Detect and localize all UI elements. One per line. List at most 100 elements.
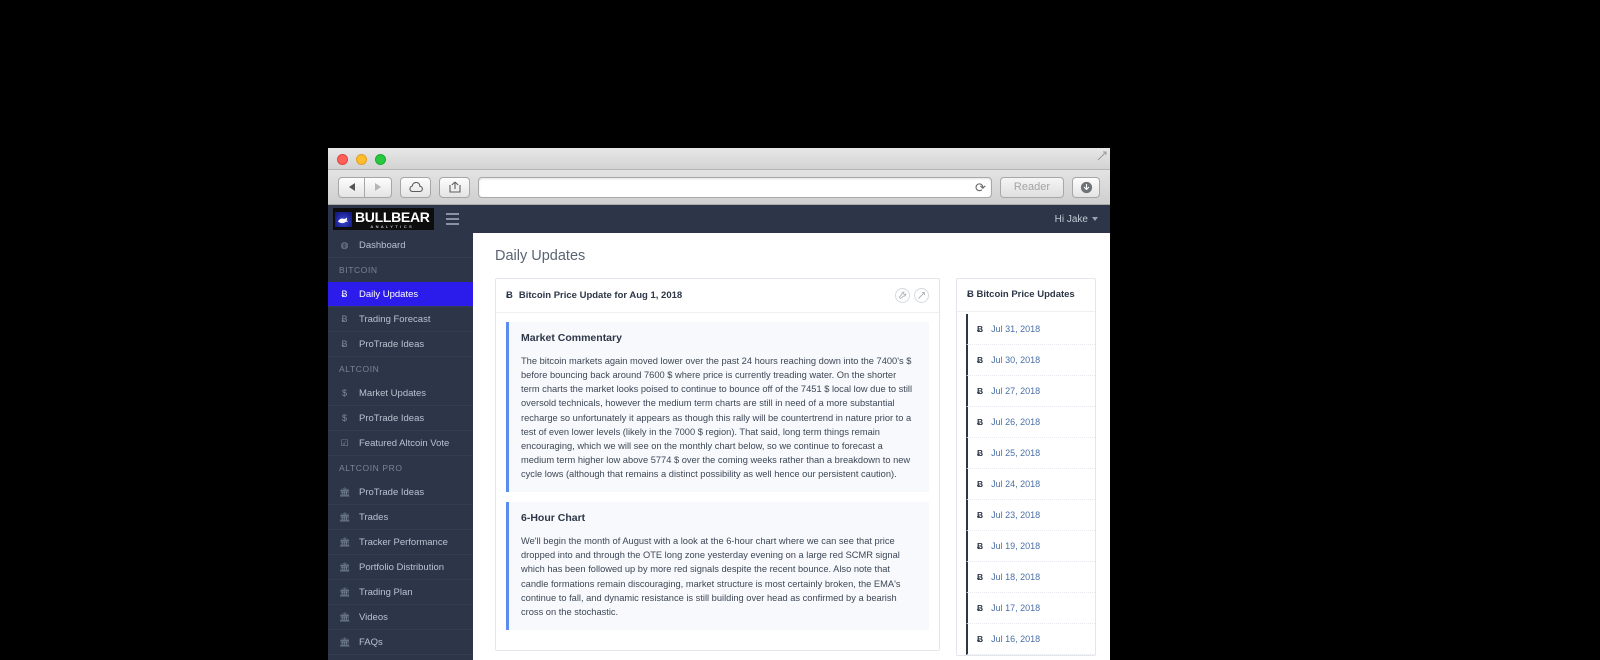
- date-list-item[interactable]: Ƀ Jul 16, 2018: [966, 623, 1095, 655]
- date-link[interactable]: Jul 27, 2018: [991, 386, 1040, 396]
- date-link[interactable]: Jul 16, 2018: [991, 634, 1040, 644]
- expand-icon[interactable]: [914, 288, 929, 303]
- address-bar[interactable]: ⟳: [478, 176, 992, 198]
- date-link[interactable]: Jul 24, 2018: [991, 479, 1040, 489]
- minimize-window-button[interactable]: [356, 154, 367, 165]
- sidebar-item-videos[interactable]: 🏛 Videos: [328, 605, 473, 630]
- sidebar-item-label: Videos: [359, 611, 388, 623]
- bitcoin-icon: Ƀ: [341, 289, 348, 299]
- brand-tagline: ANALYTICS: [370, 224, 415, 229]
- download-icon: [1080, 181, 1092, 193]
- sidebar-section-bitcoin: BITCOIN: [339, 265, 378, 275]
- sidebar-item-label: Market Updates: [359, 387, 427, 399]
- date-link[interactable]: Jul 23, 2018: [991, 510, 1040, 520]
- bull-logo-icon: [335, 212, 352, 227]
- sidebar-item-label: Featured Altcoin Vote: [359, 437, 450, 449]
- sidebar-item-trading-plan[interactable]: 🏛 Trading Plan: [328, 580, 473, 605]
- price-updates-title: Ƀ Bitcoin Price Updates: [957, 279, 1095, 312]
- date-link[interactable]: Jul 17, 2018: [991, 603, 1040, 613]
- price-updates-title-text: Bitcoin Price Updates: [976, 289, 1075, 300]
- brand-text: BULLBEAR ANALYTICS: [355, 210, 430, 229]
- content-columns: Ƀ Bitcoin Price Update for Aug 1, 2018 M…: [495, 278, 1096, 660]
- dollar-icon: $: [341, 413, 347, 423]
- sidebar-item-protrade-ideas[interactable]: 🏛 ProTrade Ideas: [328, 480, 473, 505]
- share-icon: [448, 181, 461, 193]
- dashboard-icon: ◍: [340, 239, 349, 250]
- bitcoin-symbol-icon: Ƀ: [977, 323, 984, 334]
- bitcoin-symbol-icon: Ƀ: [977, 416, 984, 427]
- window-controls: [337, 154, 386, 165]
- app-topbar: BULLBEAR ANALYTICS Hi Jake: [328, 205, 1110, 233]
- brand-name: BULLBEAR: [355, 209, 430, 225]
- share-button[interactable]: [439, 176, 470, 198]
- section-6-hour-chart: 6-Hour Chart We'll begin the month of Aug…: [506, 502, 929, 630]
- bitcoin-symbol-icon: Ƀ: [977, 447, 984, 458]
- sidebar-item-tracker-performance[interactable]: 🏛 Tracker Performance: [328, 530, 473, 555]
- sidebar-item-faqs[interactable]: 🏛 FAQs: [328, 630, 473, 655]
- forward-button[interactable]: [365, 176, 392, 198]
- date-list: Ƀ Jul 31, 2018 Ƀ Jul 30, 2018 Ƀ Jul 27, 2018 Ƀ…: [957, 312, 1095, 655]
- date-link[interactable]: Jul 26, 2018: [991, 417, 1040, 427]
- bank-icon: 🏛: [339, 511, 351, 522]
- bank-icon: 🏛: [339, 536, 351, 547]
- bitcoin-symbol-icon: Ƀ: [977, 385, 984, 396]
- date-list-item[interactable]: Ƀ Jul 19, 2018: [966, 530, 1095, 562]
- hamburger-line: [445, 223, 459, 225]
- section-heading: Market Commentary: [521, 332, 622, 344]
- sidebar-item-protrade-ideas[interactable]: Ƀ ProTrade Ideas: [328, 332, 473, 357]
- sidebar-item-trades[interactable]: 🏛 Trades: [328, 505, 473, 530]
- icloud-tabs-button[interactable]: [400, 176, 431, 198]
- sidebar-item-featured-altcoin-vote[interactable]: ☑ Featured Altcoin Vote: [328, 431, 473, 456]
- browser-titlebar: [328, 148, 1110, 170]
- bitcoin-symbol-icon: Ƀ: [977, 540, 984, 551]
- bitcoin-symbol-icon: Ƀ: [967, 289, 974, 300]
- checkbox-icon: ☑: [340, 437, 349, 448]
- date-link[interactable]: Jul 30, 2018: [991, 355, 1040, 365]
- sidebar-item-portfolio-distribution[interactable]: 🏛 Portfolio Distribution: [328, 555, 473, 580]
- date-list-item[interactable]: Ƀ Jul 23, 2018: [966, 499, 1095, 531]
- reload-icon[interactable]: ⟳: [975, 181, 986, 194]
- sidebar-item-daily-updates[interactable]: Ƀ Daily Updates: [328, 282, 473, 307]
- date-list-item[interactable]: Ƀ Jul 26, 2018: [966, 406, 1095, 438]
- date-link[interactable]: Jul 19, 2018: [991, 541, 1040, 551]
- brand-logo[interactable]: BULLBEAR ANALYTICS: [333, 208, 434, 230]
- bank-icon: 🏛: [339, 561, 351, 572]
- sidebar-item-label: FAQs: [359, 636, 383, 648]
- date-list-item[interactable]: Ƀ Jul 27, 2018: [966, 375, 1095, 407]
- close-window-button[interactable]: [337, 154, 348, 165]
- section-market-commentary: Market Commentary The bitcoin markets aga…: [506, 322, 929, 493]
- app-body: ◍ Dashboard BITCOIN Ƀ Daily Updates Ƀ Trading …: [328, 233, 1110, 660]
- resize-handle-icon[interactable]: [1097, 151, 1107, 161]
- date-list-item[interactable]: Ƀ Jul 25, 2018: [966, 437, 1095, 469]
- date-link[interactable]: Jul 25, 2018: [991, 448, 1040, 458]
- date-list-item[interactable]: Ƀ Jul 24, 2018: [966, 468, 1095, 500]
- bitcoin-icon: Ƀ: [341, 339, 348, 349]
- menu-toggle-icon[interactable]: [445, 213, 459, 225]
- sidebar-item-label: Tracker Performance: [359, 536, 448, 548]
- date-list-item[interactable]: Ƀ Jul 31, 2018: [966, 313, 1095, 345]
- date-list-item[interactable]: Ƀ Jul 18, 2018: [966, 561, 1095, 593]
- chevron-down-icon: [1092, 217, 1098, 221]
- wrench-icon[interactable]: [895, 288, 910, 303]
- update-card-title: Bitcoin Price Update for Aug 1, 2018: [518, 290, 683, 301]
- sidebar-item-label: Trades: [359, 511, 389, 523]
- bitcoin-symbol-icon: Ƀ: [506, 290, 513, 301]
- date-link[interactable]: Jul 18, 2018: [991, 572, 1040, 582]
- sidebar-item-trading-forecast[interactable]: Ƀ Trading Forecast: [328, 307, 473, 332]
- date-link[interactable]: Jul 31, 2018: [991, 324, 1040, 334]
- user-greeting: Hi Jake: [1054, 213, 1088, 225]
- navigation-buttons: [338, 176, 392, 198]
- sidebar-item-dashboard[interactable]: ◍ Dashboard: [328, 233, 473, 258]
- sidebar-item-protrade-ideas[interactable]: $ ProTrade Ideas: [328, 406, 473, 431]
- bitcoin-symbol-icon: Ƀ: [977, 633, 984, 644]
- downloads-button[interactable]: [1072, 176, 1100, 198]
- date-list-item[interactable]: Ƀ Jul 30, 2018: [966, 344, 1095, 376]
- maximize-window-button[interactable]: [375, 154, 386, 165]
- user-menu[interactable]: Hi Jake: [1055, 214, 1098, 225]
- sidebar-item-label: Dashboard: [359, 239, 406, 251]
- back-button[interactable]: [338, 176, 365, 198]
- sidebar-item-market-updates[interactable]: $ Market Updates: [328, 381, 473, 406]
- reader-button[interactable]: Reader: [999, 176, 1064, 198]
- date-list-item[interactable]: Ƀ Jul 17, 2018: [966, 592, 1095, 624]
- hamburger-line: [445, 213, 459, 215]
